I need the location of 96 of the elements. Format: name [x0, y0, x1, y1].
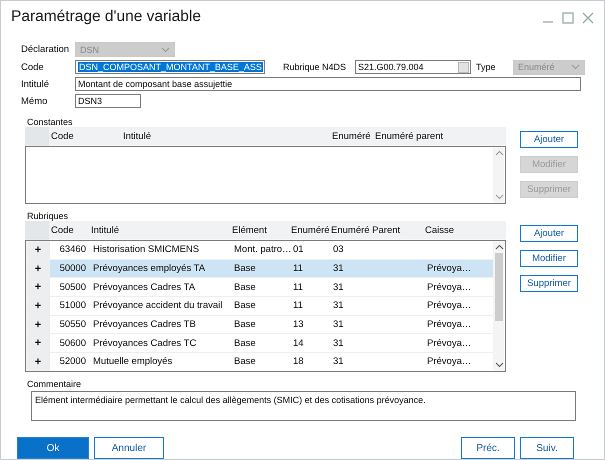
column-header[interactable]: Code [49, 131, 121, 142]
table-cell-text: 63460 [58, 244, 87, 256]
column-header[interactable]: Caisse [423, 225, 506, 236]
side-button[interactable]: Supprimer [520, 275, 578, 292]
scrollbar[interactable] [493, 241, 505, 371]
table-cell-text: Prévoya… [426, 282, 472, 293]
rubrique-field[interactable]: S21.G00.79.004 [355, 60, 471, 74]
table-cell-text: Prévoya… [426, 300, 472, 312]
column-header[interactable]: Enuméré [289, 225, 329, 236]
section-label: Commentaire [27, 378, 82, 388]
column-header[interactable]: Intitulé [121, 131, 330, 142]
column-header[interactable]: Elément [230, 225, 289, 236]
table-cell-text: 50550 [58, 319, 87, 330]
expand-toggle[interactable]: + [26, 278, 50, 296]
table-cell-text: Base [233, 300, 257, 312]
column-header[interactable]: Enuméré Parent [329, 225, 423, 236]
side-button[interactable]: Modifier [520, 250, 578, 267]
table-cell-text: Prévoyance accident du travail [92, 300, 224, 312]
table-cell-text: 52000 [58, 356, 87, 368]
table-cell-text: 14 [292, 338, 305, 349]
table-cell-text: Prévoya… [426, 338, 472, 349]
table-cell-text: 50000 [58, 263, 87, 274]
table-row[interactable]: + 50600 Prévoyances Cadres TC Base 14 31 Prévoya… [26, 334, 493, 354]
expand-toggle[interactable]: + [26, 316, 50, 334]
table-cell-text: Prévoya… [426, 319, 472, 330]
code-field[interactable]: DSN_COMPOSANT_MONTANT_BASE_ASS [75, 60, 265, 74]
table-cell-text: 11 [292, 282, 304, 293]
memo-field[interactable]: DSN3 [75, 94, 141, 108]
comment-field[interactable]: Elément intermédiaire permettant le calcul des allègements (SMIC) et des cotisations prévoyance. [31, 391, 576, 421]
field-label: Rubrique N4DS [283, 62, 348, 72]
dialog-button[interactable]: Annuler [94, 437, 164, 459]
table-cell-text: Base [233, 338, 257, 349]
chevron-icon [161, 46, 170, 52]
table-row[interactable]: + 51000 Prévoyance accident du travail Base 11 31 Prévoya… [26, 297, 493, 316]
table-cell-text: Base [233, 263, 257, 274]
expand-toggle[interactable]: + [26, 260, 50, 278]
column-header[interactable]: Intitulé [89, 225, 230, 236]
scroll-down-icon[interactable] [494, 362, 504, 368]
table-cell-text: Base [233, 282, 257, 293]
field-label: Intitulé [21, 78, 50, 90]
table-row[interactable]: + 50500 Prévoyances Cadres TA Base 11 31 Prévoya… [26, 278, 493, 298]
table-cell-text: 13 [292, 319, 305, 330]
dialog-button[interactable]: Suiv. [520, 437, 574, 459]
table-cell-text: 11 [292, 300, 304, 312]
expand-toggle[interactable]: + [26, 241, 50, 259]
table-cell-text: Mont. patro… [233, 244, 290, 256]
table-cell-text: 01 [292, 244, 305, 256]
table-cell-text: 18 [292, 356, 305, 368]
table-cell-text: Mutuelle employés [92, 356, 174, 368]
table-cell-text: 50600 [58, 338, 87, 349]
expand-toggle[interactable]: + [26, 297, 50, 315]
table-cell-text: 31 [332, 300, 345, 312]
table-cell-text: 11 [292, 263, 304, 274]
scroll-up-icon[interactable] [494, 244, 504, 250]
browse-button[interactable] [458, 62, 469, 72]
table-cell-text: Historisation SMICMENS [92, 244, 200, 256]
table-cell-text: 31 [332, 319, 345, 330]
section-label: Constantes [27, 116, 73, 126]
table-cell-text: 51000 [58, 300, 87, 312]
dialog-button[interactable]: Préc. [461, 437, 515, 459]
table-cell-text: 31 [332, 356, 345, 368]
column-header[interactable]: Code [49, 225, 89, 236]
table-cell-text: Prévoyances employés TA [92, 263, 206, 274]
table-cell-text: Prévoyances Cadres TA [92, 282, 196, 293]
table-cell-text: 31 [332, 282, 345, 293]
table-row[interactable]: + 50000 Prévoyances employés TA Base 11 31 Prévoya… [26, 260, 493, 278]
field-label: Déclaration [21, 44, 70, 55]
table-cell-text: Prévoya… [426, 263, 472, 274]
expand-toggle[interactable]: + [26, 353, 50, 371]
side-button[interactable]: Ajouter [520, 131, 578, 148]
expand-toggle[interactable]: + [26, 334, 50, 352]
field-label: Type [476, 62, 497, 72]
section-label: Rubriques [27, 210, 68, 220]
table-cell-text: 31 [332, 338, 345, 349]
table-cell-text: 50500 [58, 282, 87, 293]
window-title: Paramétrage d'une variable [11, 8, 201, 26]
chevron-icon [571, 64, 580, 70]
table-cell-text: Prévoyances Cadres TB [92, 319, 197, 330]
table-cell-text: 03 [332, 244, 345, 256]
side-button[interactable]: Ajouter [520, 225, 578, 242]
table-cell-text: Base [233, 356, 257, 368]
intitule-field[interactable]: Montant de composant base assujettie [75, 77, 581, 91]
table-row[interactable]: + 50550 Prévoyances Cadres TB Base 13 31 Prévoya… [26, 316, 493, 334]
dialog-button[interactable]: Ok [17, 437, 89, 459]
close-icon[interactable] [582, 12, 594, 24]
table-row[interactable]: + 52000 Mutuelle employés Base 18 31 Prévoya… [26, 353, 493, 371]
field-label: Code [21, 62, 45, 72]
table-cell-text: 31 [332, 263, 345, 274]
field-label: Mémo [21, 96, 48, 106]
table-cell-text: Prévoyances Cadres TC [92, 338, 198, 349]
maximize-icon[interactable] [562, 12, 574, 24]
column-header[interactable]: Enuméré parent [373, 131, 506, 142]
column-header[interactable]: Enuméré [330, 131, 373, 142]
table-cell-text: Prévoya… [426, 356, 472, 368]
table-cell-text: Base [233, 319, 257, 330]
scroll-thumb[interactable] [495, 253, 503, 321]
